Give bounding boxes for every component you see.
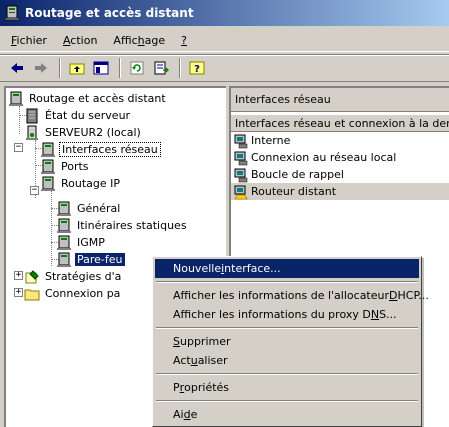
interface-icon bbox=[234, 168, 248, 182]
toolbar-separator bbox=[179, 58, 181, 78]
tree-item-interfaces[interactable]: Interfaces réseau bbox=[40, 141, 161, 158]
toolbar-separator bbox=[119, 58, 121, 78]
tree-item-logging[interactable]: Connexion pa bbox=[24, 285, 122, 302]
server-icon bbox=[4, 5, 20, 21]
menu-item-dns-info[interactable]: Afficher les informations du proxy D N S..… bbox=[155, 305, 419, 324]
collapse-toggle-routing-ip[interactable]: − bbox=[30, 186, 39, 195]
tree-item-policies[interactable]: Stratégies d'a bbox=[24, 268, 123, 285]
tree-item-general[interactable]: Général bbox=[56, 200, 122, 217]
expand-toggle-policies[interactable]: + bbox=[14, 271, 23, 280]
menu-affichage[interactable]: Affichage bbox=[106, 32, 172, 49]
server-computer-icon bbox=[26, 125, 38, 140]
forward-arrow-icon[interactable] bbox=[30, 57, 52, 79]
tree-item-firewall[interactable]: Pare-feu bbox=[56, 251, 125, 268]
svg-text:?: ? bbox=[194, 64, 200, 75]
menu-fichier[interactable]: Fichier bbox=[4, 32, 54, 49]
tree-connector bbox=[51, 191, 52, 266]
menu-item-help[interactable]: Ai d e bbox=[155, 405, 419, 424]
tree-item-igmp[interactable]: IGMP bbox=[56, 234, 107, 251]
tree-item-routing-ip[interactable]: Routage IP bbox=[40, 175, 122, 192]
window-title: Routage et accès distant bbox=[25, 6, 194, 20]
routing-icon bbox=[41, 176, 55, 191]
ports-icon bbox=[41, 159, 55, 174]
tree-item-ports[interactable]: Ports bbox=[40, 158, 91, 175]
show-hide-tree-icon[interactable] bbox=[90, 57, 112, 79]
interface-icon bbox=[234, 151, 248, 165]
collapse-toggle-server[interactable]: − bbox=[14, 143, 23, 152]
details-pane-title: Interfaces réseau bbox=[231, 88, 449, 112]
server-icon bbox=[9, 91, 23, 106]
tree-item-root[interactable]: Routage et accès distant bbox=[8, 90, 168, 107]
policies-icon bbox=[25, 269, 39, 283]
list-item-interne[interactable]: Interne bbox=[231, 132, 449, 149]
remote-router-icon bbox=[234, 185, 248, 199]
igmp-icon bbox=[57, 235, 71, 250]
folder-icon bbox=[24, 289, 40, 300]
menu-item-dhcp-info[interactable]: Afficher les informations de l'allocateu… bbox=[155, 286, 429, 305]
tree-connector bbox=[19, 106, 20, 134]
title-bar[interactable]: Routage et accès distant bbox=[0, 0, 449, 26]
tree-item-server[interactable]: SERVEUR2 (local) bbox=[24, 124, 143, 141]
general-icon bbox=[57, 201, 71, 216]
toolbar: ? bbox=[0, 54, 449, 82]
menu-help[interactable]: ? bbox=[174, 32, 194, 49]
menu-separator bbox=[155, 278, 419, 286]
interface-icon bbox=[234, 134, 248, 148]
menu-item-new-interface[interactable]: Nouvelle i nterface... bbox=[155, 259, 419, 278]
toolbar-separator bbox=[59, 58, 61, 78]
up-folder-icon[interactable] bbox=[66, 57, 88, 79]
context-menu: Nouvelle i nterface... Afficher les infor… bbox=[152, 256, 429, 427]
menu-separator bbox=[155, 324, 419, 332]
help-icon[interactable]: ? bbox=[186, 57, 208, 79]
export-list-icon[interactable] bbox=[150, 57, 172, 79]
column-header[interactable]: Interfaces réseau et connexion à la dema… bbox=[231, 114, 449, 132]
menu-item-refresh[interactable]: Act u aliser bbox=[155, 351, 419, 370]
list-item-loopback[interactable]: Boucle de rappel bbox=[231, 166, 449, 183]
tree-item-static-routes[interactable]: Itinéraires statiques bbox=[56, 217, 189, 234]
expand-toggle-logging[interactable]: + bbox=[14, 288, 23, 297]
refresh-icon[interactable] bbox=[126, 57, 148, 79]
list-item-remote-router[interactable]: Routeur distant bbox=[231, 183, 449, 200]
tree-item-server-status[interactable]: État du serveur bbox=[24, 107, 132, 124]
menu-separator bbox=[155, 397, 419, 405]
static-routes-icon bbox=[57, 218, 71, 233]
server-status-icon bbox=[26, 108, 38, 123]
menu-bar: Fichier Action Affichage ? bbox=[0, 30, 449, 52]
menu-item-properties[interactable]: Pr opriétés bbox=[155, 378, 419, 397]
network-interfaces-icon bbox=[41, 142, 55, 157]
menu-item-delete[interactable]: Supprimer bbox=[155, 332, 419, 351]
list-item-lan[interactable]: Connexion au réseau local bbox=[231, 149, 449, 166]
back-arrow-icon[interactable] bbox=[6, 57, 28, 79]
firewall-icon bbox=[57, 252, 71, 267]
menu-action[interactable]: Action bbox=[56, 32, 104, 49]
menu-separator bbox=[155, 370, 419, 378]
